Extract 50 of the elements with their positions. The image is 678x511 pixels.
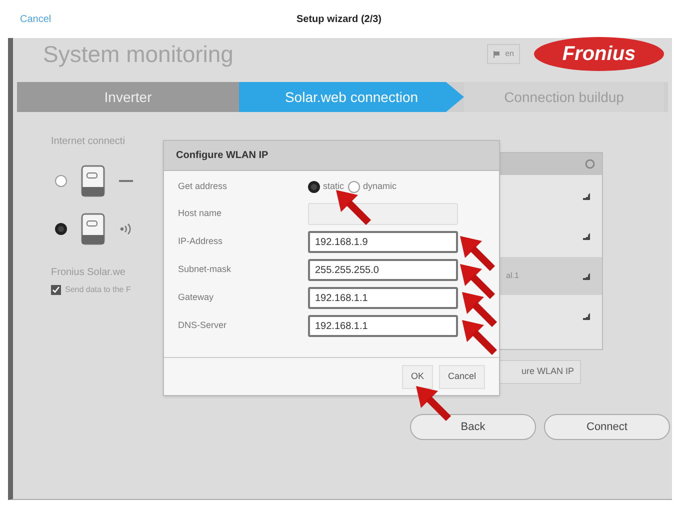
field-label: IP-Address: [178, 235, 224, 248]
signal-icon: [583, 312, 590, 320]
cable-icon: [119, 179, 133, 183]
pointer-arrow: [336, 190, 372, 226]
field-label: Gateway: [178, 291, 215, 304]
network-name: al.1: [506, 270, 519, 282]
wizard-step: Inverter: [17, 82, 239, 112]
radio-label: static: [323, 180, 344, 194]
logo: Fronius: [534, 37, 664, 71]
flag-icon: [493, 50, 500, 58]
pointer-arrow: [460, 236, 496, 272]
configure-wlan-button[interactable]: ure WLAN IP: [497, 360, 581, 384]
radio-button[interactable]: [308, 181, 320, 193]
input-field[interactable]: 192.168.1.1: [308, 287, 458, 309]
inverter-icon: [81, 165, 105, 197]
radio-button[interactable]: [55, 223, 67, 235]
field-label: Get address: [178, 180, 228, 194]
checkbox-label: Send data to the F: [65, 284, 131, 296]
pointer-arrow: [416, 386, 452, 422]
dialog-button[interactable]: Cancel: [438, 364, 485, 388]
page-title: System monitoring: [43, 40, 234, 69]
field-label: Subnet-mask: [178, 263, 232, 276]
radio-button[interactable]: [348, 181, 360, 193]
dialog-button[interactable]: OK: [402, 364, 433, 388]
check-icon: [52, 286, 60, 294]
pointer-arrow: [460, 264, 496, 300]
pointer-arrow: [462, 320, 498, 356]
wizard-step: Connection buildup: [464, 82, 664, 112]
section-label: Fronius Solar.we: [51, 266, 126, 280]
footer-button[interactable]: Back: [410, 414, 536, 440]
section-label: Internet connecti: [51, 135, 125, 149]
signal-icon: [583, 192, 590, 200]
signal-icon: [583, 272, 590, 280]
signal-icon: [583, 232, 590, 240]
dialog-title: Configure WLAN IP: [176, 149, 268, 163]
input-field[interactable]: 192.168.1.1: [308, 315, 458, 337]
input-field[interactable]: 192.168.1.9: [308, 231, 458, 253]
wizard-step: Solar.web connection: [239, 82, 464, 112]
radio-button[interactable]: [55, 175, 67, 187]
wifi-icon: [119, 222, 133, 236]
radio-label: dynamic: [363, 180, 397, 194]
refresh-icon: [584, 158, 596, 170]
inverter-icon: [81, 213, 105, 245]
footer-button[interactable]: Connect: [544, 414, 670, 440]
window-title: Setup wizard (2/3): [296, 12, 382, 26]
pointer-arrow: [462, 292, 498, 328]
checkbox[interactable]: [51, 285, 61, 295]
input-field[interactable]: 255.255.255.0: [308, 259, 458, 281]
field-label: Host name: [178, 207, 223, 220]
field-label: DNS-Server: [178, 319, 228, 332]
